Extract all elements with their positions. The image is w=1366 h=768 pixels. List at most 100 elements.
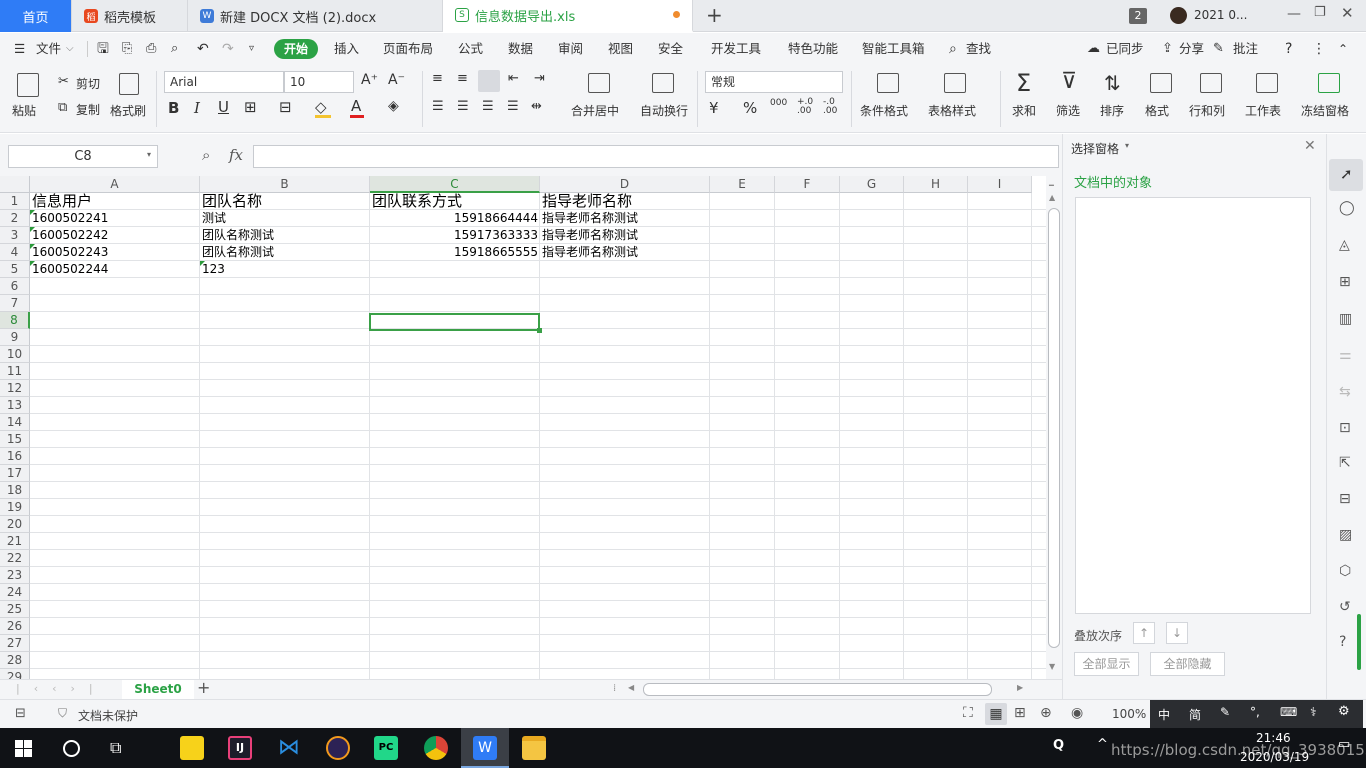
vscode-icon[interactable]: ⋈ [277, 736, 301, 760]
cell-c1[interactable]: 团队联系方式 [372, 192, 538, 209]
chart-icon[interactable]: ▥ [1339, 311, 1352, 327]
tab-special-features[interactable]: 特色功能 [788, 33, 838, 65]
row-header-29[interactable]: 29 [0, 669, 30, 679]
cell-b5[interactable]: 123 [202, 261, 368, 278]
row-header-1[interactable]: 1 [0, 193, 30, 210]
zoom-level[interactable]: 100% [1112, 707, 1146, 721]
task-view-icon[interactable]: ⧉ [110, 738, 121, 758]
cut-icon[interactable]: ✂ [58, 74, 69, 89]
hide-all-button[interactable]: 全部隐藏 [1150, 652, 1225, 676]
close-icon[interactable]: ✕ [1341, 4, 1354, 22]
cell-a5[interactable]: 1600502244 [32, 261, 198, 278]
increase-decimal-icon[interactable]: +.0.00 [797, 98, 813, 116]
objects-list[interactable] [1075, 197, 1311, 614]
hamburger-icon[interactable]: ☰ [14, 33, 25, 65]
row-header-24[interactable]: 24 [0, 584, 30, 601]
row-header-2[interactable]: 2 [0, 210, 30, 227]
clock-date[interactable]: 2020/03/19 [1240, 750, 1309, 764]
row-header-28[interactable]: 28 [0, 652, 30, 669]
help-circle-icon[interactable]: ? [1339, 634, 1346, 650]
percent-button[interactable]: % [743, 99, 757, 117]
row-header-23[interactable]: 23 [0, 567, 30, 584]
style-icon[interactable]: ◬ [1339, 237, 1350, 253]
arrange-icon[interactable]: ⇆ [1339, 384, 1351, 400]
tab-smart-toolbox[interactable]: 智能工具箱 [862, 33, 925, 65]
vertical-scroll-thumb[interactable] [1048, 208, 1060, 648]
row-header-25[interactable]: 25 [0, 601, 30, 618]
row-header-18[interactable]: 18 [0, 482, 30, 499]
zoom-formula-icon[interactable]: ⌕ [202, 146, 210, 164]
scroll-top-icon[interactable]: ━ [1049, 181, 1054, 190]
merge-center-icon[interactable] [588, 73, 610, 93]
normal-view-icon[interactable]: ▦ [985, 703, 1007, 725]
align-middle-icon[interactable]: ≡ [457, 71, 468, 86]
sort-icon[interactable]: ⇅ [1104, 71, 1121, 95]
sum-button[interactable]: 求和 [1012, 102, 1036, 119]
ime-settings-icon[interactable]: ⚙ [1338, 704, 1350, 719]
row-header-9[interactable]: 9 [0, 329, 30, 346]
more-icon[interactable]: ⋮ [1312, 33, 1326, 65]
row-header-19[interactable]: 19 [0, 499, 30, 516]
sum-icon[interactable]: Σ [1016, 69, 1031, 97]
cell-c4[interactable]: 15918665555 [372, 244, 538, 261]
underline-icon[interactable]: U [218, 98, 229, 116]
row-header-12[interactable]: 12 [0, 380, 30, 397]
format-button[interactable]: 格式 [1145, 102, 1169, 119]
ime-punct-icon[interactable]: °, [1250, 705, 1260, 719]
font-name-select[interactable]: Arial [164, 71, 284, 93]
ime-simplified[interactable]: 简 [1189, 706, 1201, 723]
sheet-tab-sheet0[interactable]: Sheet0 [122, 680, 194, 699]
tab-daoke-templates[interactable]: 稻 稻壳模板 [72, 0, 188, 32]
vertical-scrollbar[interactable]: ━ ▲ ▼ [1046, 176, 1062, 679]
row-header-27[interactable]: 27 [0, 635, 30, 652]
ime-keyboard-icon[interactable]: ⌨ [1280, 705, 1297, 719]
merge-center-button[interactable]: 合并居中 [571, 102, 619, 119]
print-preview-icon[interactable]: ⌕ [171, 33, 178, 65]
align-center-icon[interactable]: ☰ [457, 99, 469, 114]
copy-icon[interactable]: ⧉ [58, 100, 67, 115]
help-icon[interactable]: ? [1285, 33, 1292, 65]
share-button[interactable]: 分享 [1179, 33, 1204, 65]
font-color-icon[interactable]: A [351, 97, 361, 115]
italic-icon[interactable]: I [194, 99, 200, 117]
cell-c3[interactable]: 15917363333 [372, 227, 538, 244]
select-all-corner[interactable] [0, 176, 30, 193]
intellij-idea-icon[interactable]: IJ [228, 736, 252, 760]
column-header-b[interactable]: B [200, 176, 370, 193]
borders-icon[interactable]: ⊞ [244, 98, 257, 116]
column-header-g[interactable]: G [840, 176, 904, 193]
column-header-i[interactable]: I [968, 176, 1032, 193]
cut-button[interactable]: 剪切 [76, 75, 100, 92]
clear-format-icon[interactable]: ◈ [388, 98, 399, 114]
add-sheet-button[interactable]: + [197, 678, 210, 697]
wrap-text-icon[interactable] [652, 73, 674, 93]
row-column-button[interactable]: 行和列 [1189, 102, 1225, 119]
cursor-icon[interactable]: ➚ [1340, 165, 1353, 183]
restore-icon[interactable]: ❐ [1314, 5, 1326, 20]
row-header-14[interactable]: 14 [0, 414, 30, 431]
decrease-font-icon[interactable]: A⁻ [388, 72, 405, 88]
row-header-4[interactable]: 4 [0, 244, 30, 261]
row-header-13[interactable]: 13 [0, 397, 30, 414]
align-left-icon[interactable]: ☰ [432, 99, 444, 114]
scroll-down-icon[interactable]: ▼ [1049, 662, 1055, 671]
cell-a1[interactable]: 信息用户 [32, 192, 198, 209]
tab-formulas[interactable]: 公式 [458, 33, 483, 65]
align-bottom-icon[interactable] [478, 70, 500, 92]
conditional-format-icon[interactable] [877, 73, 899, 93]
windows-start-icon[interactable] [15, 740, 32, 757]
worksheet-button[interactable]: 工作表 [1245, 102, 1281, 119]
notification-icon[interactable]: ▭ [1338, 737, 1350, 752]
split-handle-icon[interactable]: ⁞ [613, 683, 616, 694]
sort-button[interactable]: 排序 [1100, 102, 1124, 119]
tab-insert[interactable]: 插入 [334, 33, 359, 65]
clock-time[interactable]: 21:46 [1256, 731, 1291, 745]
increase-font-icon[interactable]: A⁺ [361, 72, 378, 88]
column-header-e[interactable]: E [710, 176, 775, 193]
shapes-icon[interactable]: ◯ [1339, 200, 1355, 216]
cortana-search-icon[interactable] [63, 740, 80, 757]
ime-tools-icon[interactable]: ⚕ [1310, 705, 1317, 719]
window-count-badge[interactable]: 2 [1129, 8, 1147, 24]
protection-status[interactable]: 文档未保护 [78, 707, 138, 724]
search-icon[interactable]: ⌕ [949, 33, 957, 65]
